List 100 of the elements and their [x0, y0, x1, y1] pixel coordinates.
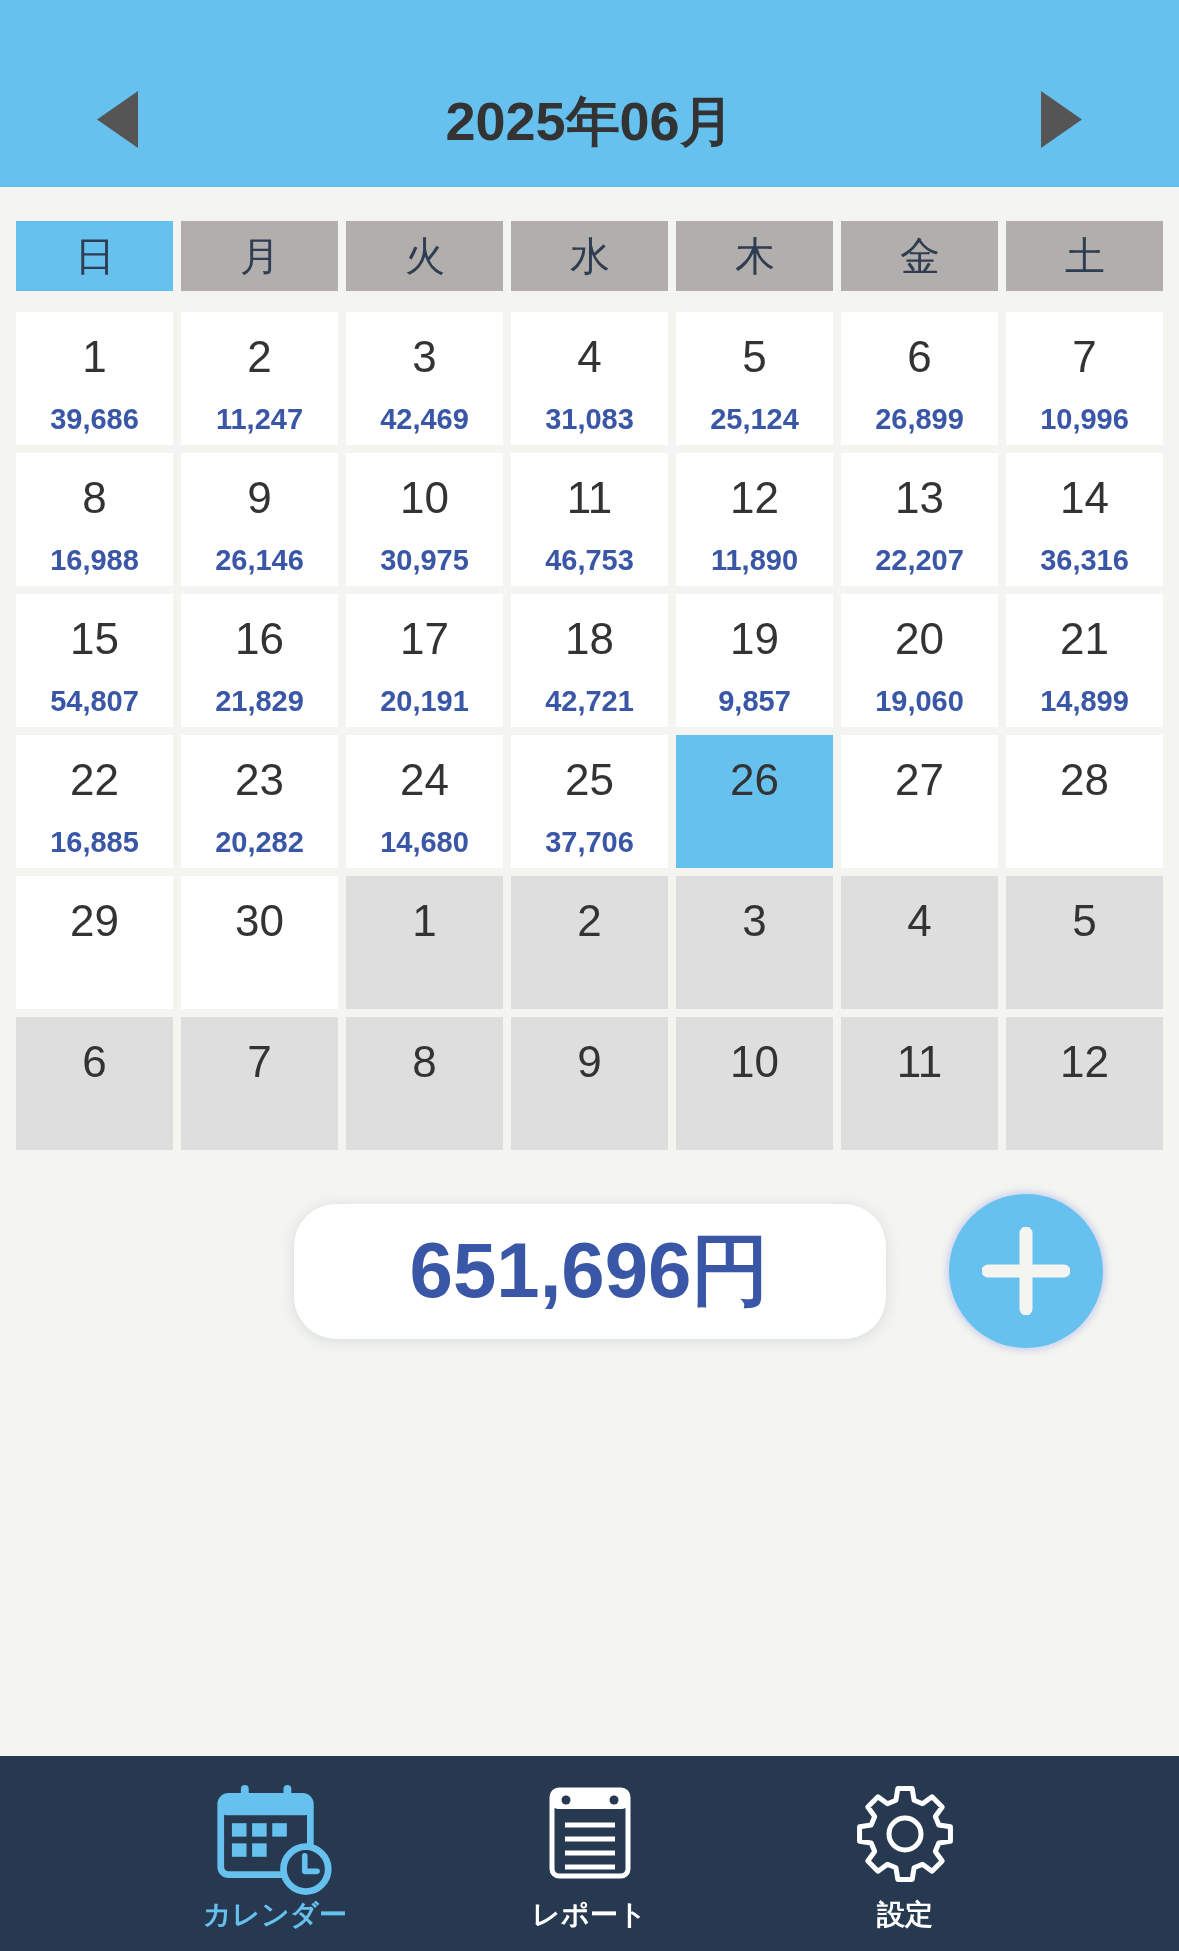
- day-cell[interactable]: 5 25,124: [676, 312, 833, 445]
- weekday-header: 火: [346, 221, 503, 291]
- day-cell[interactable]: 18 42,721: [511, 594, 668, 727]
- day-amount: 19,060: [875, 686, 964, 716]
- day-cell[interactable]: 1: [346, 876, 503, 1009]
- day-number: 18: [565, 616, 614, 662]
- day-number: 5: [1072, 898, 1097, 944]
- day-cell[interactable]: 6 26,899: [841, 312, 998, 445]
- day-amount: 14,680: [380, 827, 469, 857]
- day-number: 19: [730, 616, 779, 662]
- day-number: 1: [82, 334, 107, 380]
- day-cell[interactable]: 3 42,469: [346, 312, 503, 445]
- weekday-header: 金: [841, 221, 998, 291]
- day-cell[interactable]: 19 9,857: [676, 594, 833, 727]
- day-cell[interactable]: 24 14,680: [346, 735, 503, 868]
- day-number: 11: [896, 1039, 943, 1085]
- day-number: 5: [742, 334, 767, 380]
- day-cell[interactable]: 2: [511, 876, 668, 1009]
- day-number: 25: [565, 757, 614, 803]
- day-cell[interactable]: 3: [676, 876, 833, 1009]
- day-cell[interactable]: 13 22,207: [841, 453, 998, 586]
- day-number: 12: [730, 475, 779, 521]
- nav-tab[interactable]: カレンダー: [202, 1756, 347, 1931]
- day-cell[interactable]: 26: [676, 735, 833, 868]
- previous-month-button[interactable]: [97, 91, 138, 148]
- day-amount: 42,721: [545, 686, 634, 716]
- day-cell[interactable]: 12 11,890: [676, 453, 833, 586]
- day-cell[interactable]: 11 46,753: [511, 453, 668, 586]
- day-cell[interactable]: 11: [841, 1017, 998, 1150]
- day-cell[interactable]: 20 19,060: [841, 594, 998, 727]
- day-cell[interactable]: 4 31,083: [511, 312, 668, 445]
- day-cell[interactable]: 5: [1006, 876, 1163, 1009]
- day-number: 14: [1060, 475, 1109, 521]
- day-amount: 25,124: [710, 404, 799, 434]
- day-cell[interactable]: 25 37,706: [511, 735, 668, 868]
- day-number: 9: [247, 475, 272, 521]
- day-number: 28: [1060, 757, 1109, 803]
- day-cell[interactable]: 6: [16, 1017, 173, 1150]
- next-month-button[interactable]: [1041, 91, 1082, 148]
- day-number: 4: [577, 334, 602, 380]
- weekday-header: 土: [1006, 221, 1163, 291]
- day-number: 7: [247, 1039, 272, 1085]
- day-cell[interactable]: 12: [1006, 1017, 1163, 1150]
- day-number: 13: [895, 475, 944, 521]
- day-cell[interactable]: 9 26,146: [181, 453, 338, 586]
- day-number: 10: [730, 1039, 779, 1085]
- day-amount: 16,988: [50, 545, 139, 575]
- day-cell[interactable]: 29: [16, 876, 173, 1009]
- gear-icon: [854, 1784, 955, 1884]
- nav-tab[interactable]: レポート: [532, 1756, 647, 1931]
- day-amount: 11,247: [215, 404, 304, 434]
- day-amount: 16,885: [50, 827, 139, 857]
- day-cell[interactable]: 16 21,829: [181, 594, 338, 727]
- day-cell[interactable]: 22 16,885: [16, 735, 173, 868]
- nav-tab[interactable]: 設定: [854, 1756, 955, 1931]
- day-cell[interactable]: 1 39,686: [16, 312, 173, 445]
- weekday-header: 木: [676, 221, 833, 291]
- day-cell[interactable]: 7 10,996: [1006, 312, 1163, 445]
- weekday-header: 水: [511, 221, 668, 291]
- day-number: 3: [742, 898, 767, 944]
- day-cell[interactable]: 14 36,316: [1006, 453, 1163, 586]
- day-cell[interactable]: 2 11,247: [181, 312, 338, 445]
- day-cell[interactable]: 30: [181, 876, 338, 1009]
- day-cell[interactable]: 21 14,899: [1006, 594, 1163, 727]
- day-number: 24: [400, 757, 449, 803]
- day-amount: 54,807: [50, 686, 139, 716]
- day-number: 12: [1060, 1039, 1109, 1085]
- day-number: 17: [400, 616, 449, 662]
- day-cell[interactable]: 23 20,282: [181, 735, 338, 868]
- day-cell[interactable]: 9: [511, 1017, 668, 1150]
- day-number: 10: [400, 475, 449, 521]
- day-number: 23: [235, 757, 284, 803]
- total-amount: 651,696円: [293, 1203, 886, 1339]
- weekday-header: 月: [181, 221, 338, 291]
- day-amount: 37,706: [545, 827, 634, 857]
- day-number: 29: [70, 898, 119, 944]
- day-amount: 36,316: [1040, 545, 1129, 575]
- day-number: 30: [235, 898, 284, 944]
- day-cell[interactable]: 10: [676, 1017, 833, 1150]
- day-cell[interactable]: 10 30,975: [346, 453, 503, 586]
- day-cell[interactable]: 15 54,807: [16, 594, 173, 727]
- day-number: 16: [235, 616, 284, 662]
- day-cell[interactable]: 7: [181, 1017, 338, 1150]
- day-cell[interactable]: 8: [346, 1017, 503, 1150]
- day-amount: 31,083: [545, 404, 634, 434]
- day-amount: 42,469: [380, 404, 469, 434]
- day-number: 1: [412, 898, 437, 944]
- day-amount: 20,282: [215, 827, 304, 857]
- day-cell[interactable]: 8 16,988: [16, 453, 173, 586]
- day-cell[interactable]: 28: [1006, 735, 1163, 868]
- day-number: 21: [1060, 616, 1109, 662]
- day-cell[interactable]: 4: [841, 876, 998, 1009]
- weekday-header: 日: [16, 221, 173, 291]
- day-amount: 20,191: [380, 686, 469, 716]
- day-number: 3: [412, 334, 437, 380]
- day-number: 6: [907, 334, 932, 380]
- day-cell[interactable]: 27: [841, 735, 998, 868]
- day-cell[interactable]: 17 20,191: [346, 594, 503, 727]
- day-number: 9: [577, 1039, 602, 1085]
- right-triangle-icon: [1041, 91, 1082, 148]
